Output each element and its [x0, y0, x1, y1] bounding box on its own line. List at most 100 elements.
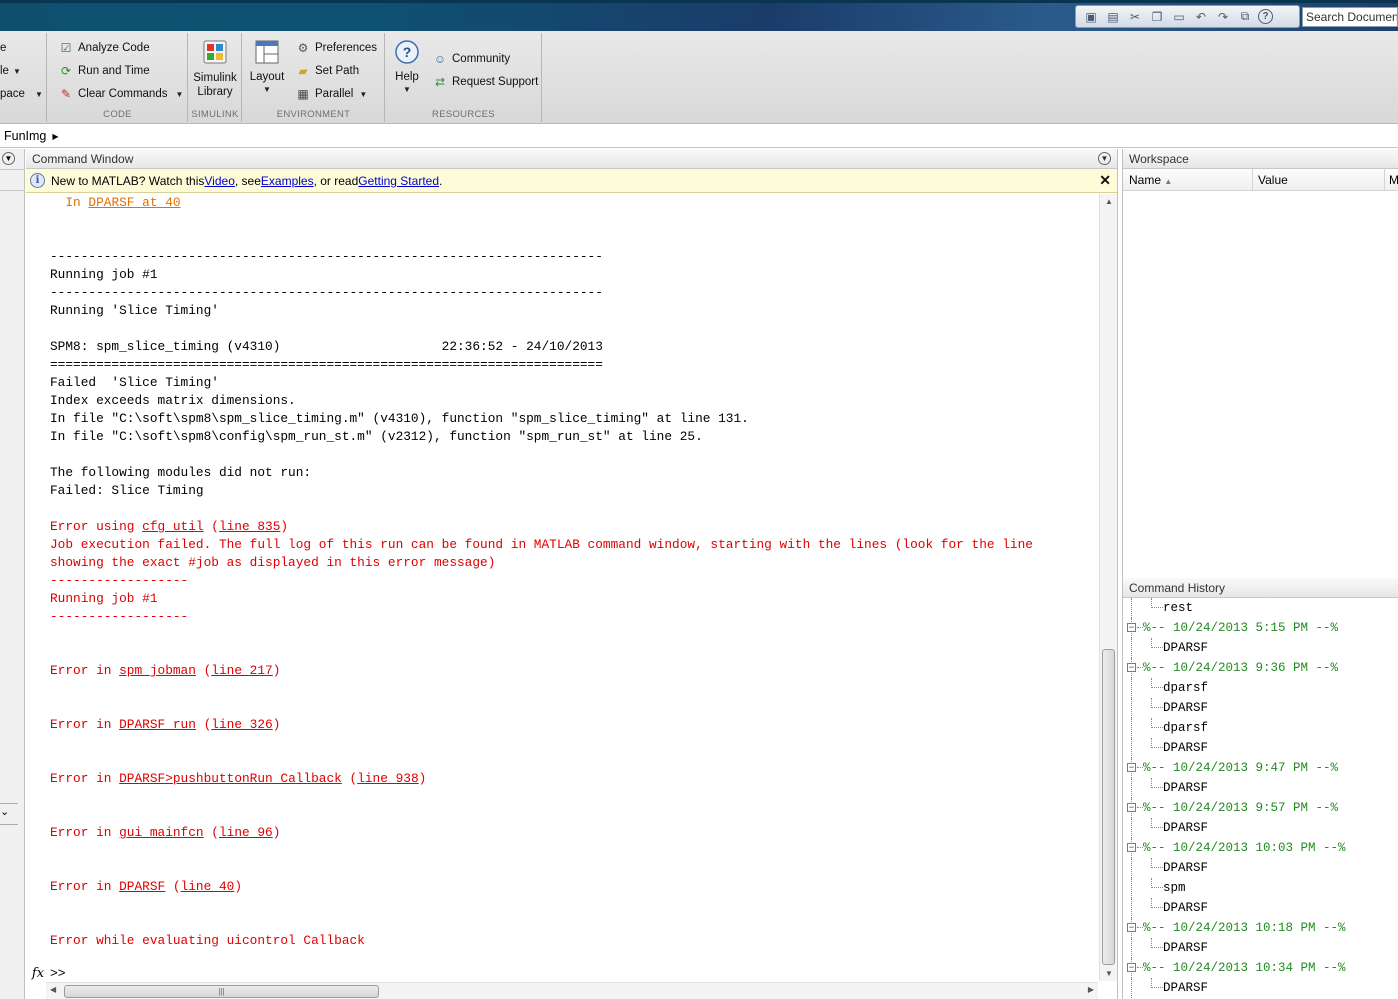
history-entry[interactable]: DPARSF: [1123, 938, 1398, 958]
horizontal-scrollbar[interactable]: ◀ ||| ▶: [46, 982, 1098, 999]
history-entry[interactable]: dparsf: [1123, 718, 1398, 738]
history-entry[interactable]: DPARSF: [1123, 858, 1398, 878]
cut-icon[interactable]: ✂: [1126, 9, 1144, 25]
history-command-text: DPARSF: [1163, 901, 1209, 915]
console-output[interactable]: In DPARSF at 40 -------------------------…: [26, 194, 1098, 969]
command-prompt[interactable]: fx >>: [26, 963, 1098, 983]
history-entry[interactable]: DPARSF: [1123, 778, 1398, 798]
line-number-link[interactable]: line 938: [357, 771, 418, 786]
paste-icon[interactable]: ▭: [1170, 9, 1188, 25]
collapse-icon[interactable]: −: [1127, 923, 1136, 932]
history-session-header[interactable]: − %-- 10/24/2013 9:36 PM --%: [1123, 658, 1398, 678]
line-number-link[interactable]: line 96: [219, 825, 273, 840]
layout-button[interactable]: Layout ▼: [247, 39, 287, 94]
panel-menu-button[interactable]: ▼: [2, 152, 15, 165]
history-entry[interactable]: DPARSF: [1123, 638, 1398, 658]
history-session-header[interactable]: − %-- 10/24/2013 10:18 PM --%: [1123, 918, 1398, 938]
column-header-name[interactable]: Name ▲: [1129, 173, 1172, 187]
line-number-link[interactable]: line 40: [181, 879, 235, 894]
community-button[interactable]: ☺ Community: [432, 49, 510, 69]
history-session-header[interactable]: − %-- 10/24/2013 10:03 PM --%: [1123, 838, 1398, 858]
function-link[interactable]: gui_mainfcn: [119, 825, 203, 840]
collapse-icon[interactable]: −: [1127, 963, 1136, 972]
history-entry[interactable]: DPARSF: [1123, 818, 1398, 838]
copy-icon[interactable]: ❐: [1148, 9, 1166, 25]
column-header-more[interactable]: M: [1389, 173, 1398, 187]
vertical-scrollbar[interactable]: ▲ ▼: [1099, 194, 1117, 981]
examples-link[interactable]: Examples: [261, 174, 314, 188]
history-session-header[interactable]: − %-- 10/24/2013 9:57 PM --%: [1123, 798, 1398, 818]
line-number-link[interactable]: line 835: [219, 519, 280, 534]
history-entry[interactable]: DPARSF: [1123, 698, 1398, 718]
set-path-button[interactable]: ▰ Set Path: [295, 61, 359, 81]
clear-commands-button[interactable]: ✎ Clear Commands ▼: [58, 84, 183, 104]
column-separator[interactable]: [1384, 169, 1385, 191]
collapse-icon[interactable]: −: [1127, 623, 1136, 632]
workspace-column-headers: Name ▲ Value M: [1123, 169, 1398, 191]
scroll-left-icon[interactable]: ◀: [50, 985, 56, 994]
preferences-button[interactable]: ⚙ Preferences: [295, 38, 377, 58]
close-icon[interactable]: ✕: [1099, 172, 1111, 189]
function-link[interactable]: cfg_util: [142, 519, 203, 534]
analyze-code-button[interactable]: ☑ Analyze Code: [58, 38, 150, 58]
scroll-down-icon[interactable]: ▼: [1105, 969, 1113, 978]
partial-item-2[interactable]: le ▼: [0, 61, 21, 81]
panel-menu-button[interactable]: ▼: [1098, 152, 1111, 165]
partial-item-3[interactable]: pace ▼: [0, 84, 43, 104]
help-button[interactable]: ? Help ▼: [390, 39, 424, 94]
collapse-icon[interactable]: −: [1127, 663, 1136, 672]
line-number-link[interactable]: line 326: [211, 717, 272, 732]
current-folder-bar[interactable]: FunImg ▶: [0, 125, 1398, 148]
function-link[interactable]: DPARSF: [119, 879, 165, 894]
function-link[interactable]: DPARSF>pushbuttonRun_Callback: [119, 771, 342, 786]
history-entry[interactable]: dparsf: [1123, 678, 1398, 698]
resources-group-label: RESOURCES: [432, 109, 495, 120]
save-icon[interactable]: ▤: [1104, 9, 1122, 25]
clear-commands-icon: ✎: [60, 87, 72, 101]
console-error-line: Job execution failed. The full log of th…: [50, 537, 1033, 552]
column-separator[interactable]: [1252, 169, 1253, 191]
history-entry[interactable]: rest: [1123, 598, 1398, 618]
history-entry[interactable]: spm: [1123, 878, 1398, 898]
info-text: , see: [234, 173, 261, 188]
history-session-header[interactable]: − %-- 10/24/2013 10:34 PM --%: [1123, 958, 1398, 978]
scrollbar-thumb[interactable]: [1102, 649, 1115, 965]
partial-item-1[interactable]: e: [0, 38, 6, 58]
scrollbar-thumb[interactable]: |||: [64, 985, 379, 998]
history-session-header[interactable]: − %-- 10/24/2013 9:47 PM --%: [1123, 758, 1398, 778]
console-line: Index exceeds matrix dimensions.: [50, 393, 296, 408]
function-link[interactable]: DPARSF_run: [119, 717, 196, 732]
collapse-icon[interactable]: −: [1127, 763, 1136, 772]
video-link[interactable]: Video: [204, 174, 234, 188]
parallel-button[interactable]: ▦ Parallel ▼: [295, 84, 367, 104]
redo-icon[interactable]: ↷: [1214, 9, 1232, 25]
switch-window-icon[interactable]: ⧉: [1236, 9, 1254, 25]
console-link[interactable]: DPARSF at 40: [88, 195, 180, 210]
history-session-header[interactable]: − %-- 10/24/2013 5:15 PM --%: [1123, 618, 1398, 638]
function-link[interactable]: spm_jobman: [119, 663, 196, 678]
history-entry[interactable]: DPARSF: [1123, 978, 1398, 998]
chevron-down-icon[interactable]: ⌄: [0, 805, 14, 818]
chevron-right-icon[interactable]: ▶: [52, 132, 58, 141]
tree-line: [1151, 607, 1163, 608]
history-entry[interactable]: DPARSF: [1123, 898, 1398, 918]
getting-started-link[interactable]: Getting Started: [358, 174, 439, 188]
scroll-up-icon[interactable]: ▲: [1105, 197, 1113, 206]
function-browser-icon[interactable]: fx: [26, 966, 50, 981]
search-documentation-input[interactable]: Search Documentation: [1302, 7, 1398, 27]
undo-icon[interactable]: ↶: [1192, 9, 1210, 25]
collapse-icon[interactable]: −: [1127, 803, 1136, 812]
line-number-link[interactable]: line 217: [211, 663, 272, 678]
run-and-time-button[interactable]: ⟳ Run and Time: [58, 61, 150, 81]
help-icon[interactable]: ?: [1258, 9, 1273, 24]
request-support-button[interactable]: ⇄ Request Support: [432, 72, 538, 92]
history-entry[interactable]: DPARSF: [1123, 738, 1398, 758]
collapse-icon[interactable]: −: [1127, 843, 1136, 852]
column-header-value[interactable]: Value: [1258, 173, 1288, 187]
current-folder-path[interactable]: FunImg: [4, 129, 46, 143]
new-icon[interactable]: ▣: [1082, 9, 1100, 25]
simulink-library-button[interactable]: Simulink Library: [189, 39, 241, 99]
command-history-list[interactable]: rest − %-- 10/24/2013 5:15 PM --% DPARSF − %-…: [1123, 598, 1398, 999]
scroll-right-icon[interactable]: ▶: [1088, 985, 1094, 994]
